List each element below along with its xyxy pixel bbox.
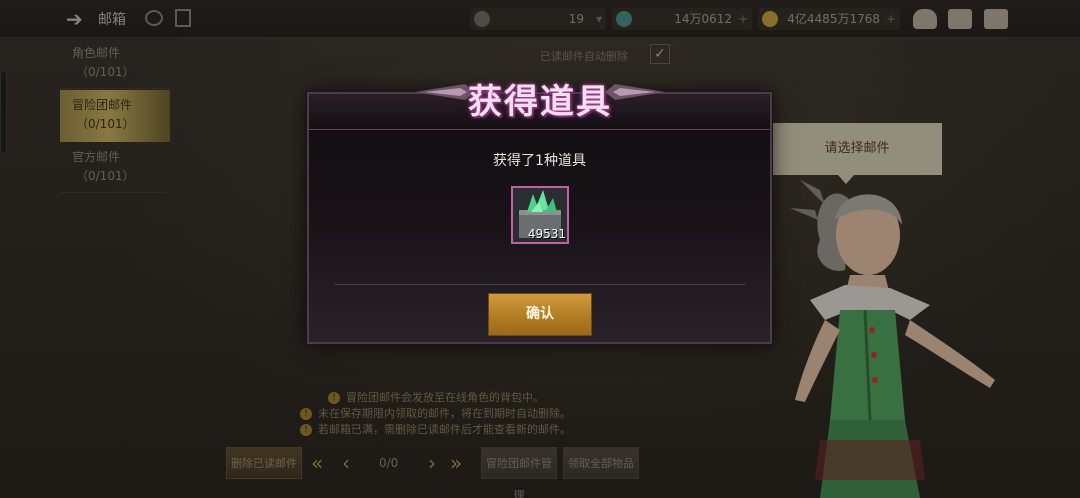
- dialog-title: 获得道具: [468, 82, 612, 122]
- dialog-divider: [335, 284, 745, 285]
- dialog-message: 获得了1种道具: [493, 153, 586, 169]
- confirm-button[interactable]: 确认: [488, 293, 592, 336]
- item-count: 49531: [527, 227, 566, 241]
